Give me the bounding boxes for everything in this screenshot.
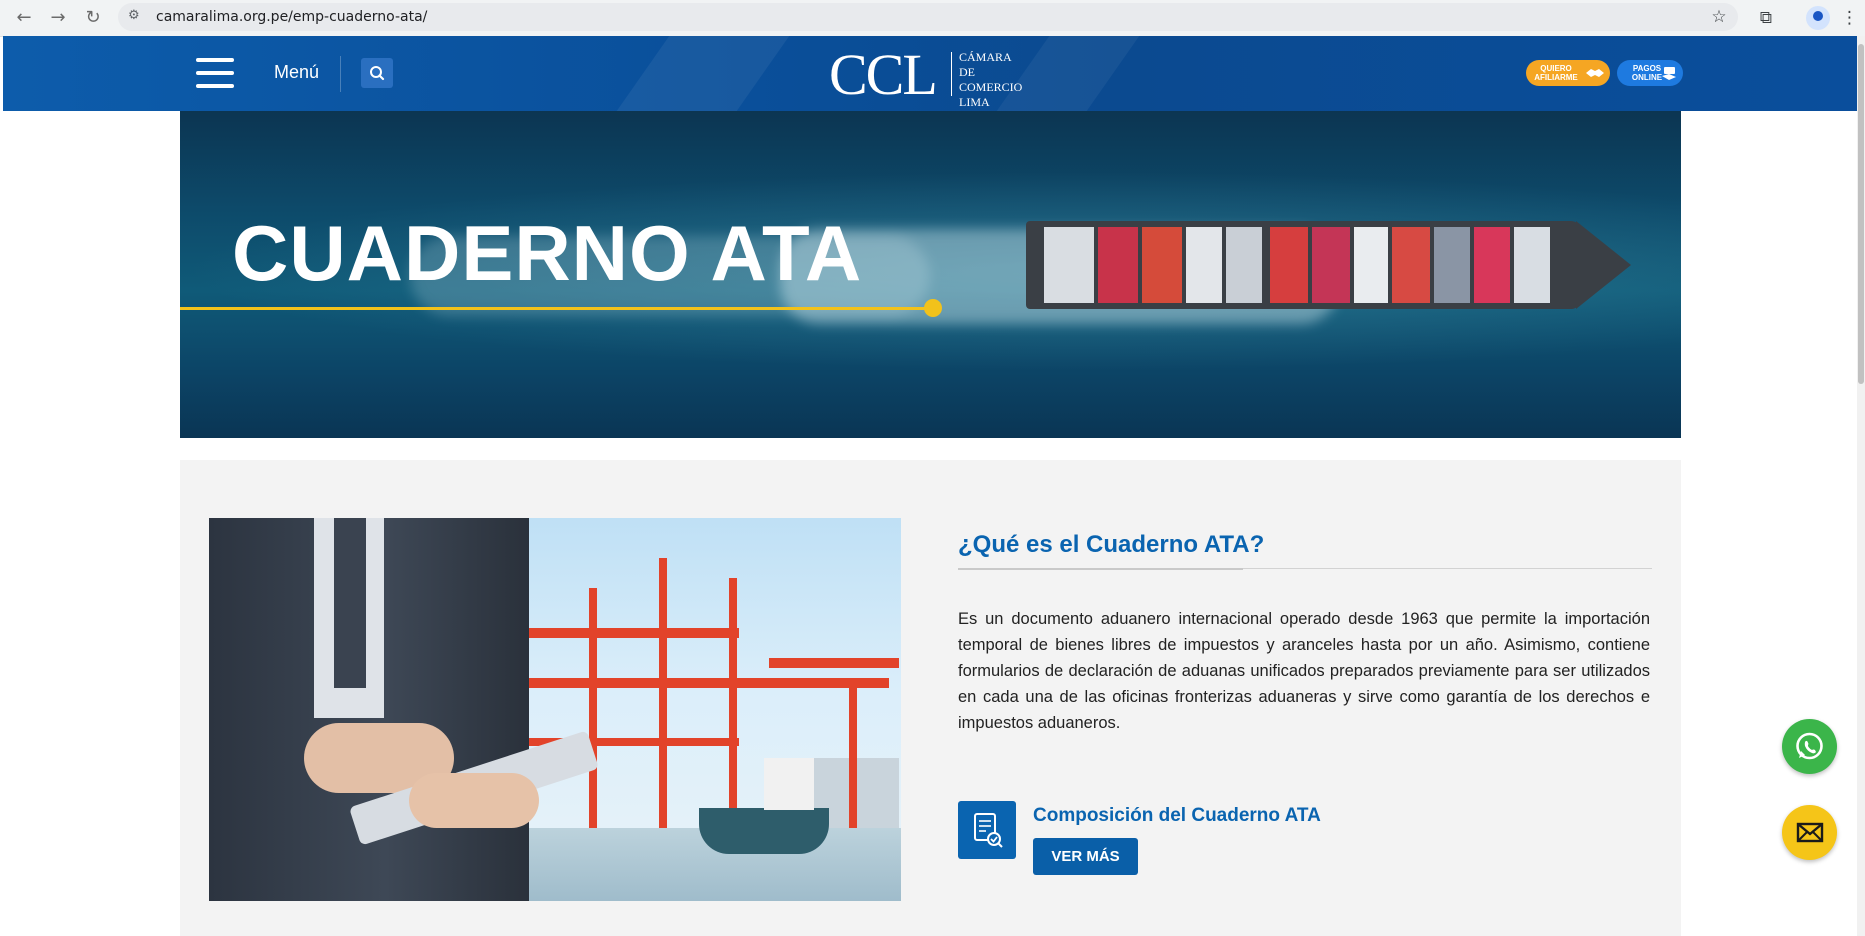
description-paragraph: Es un documento aduanero internacional o…	[958, 610, 1650, 732]
payment-hand-icon	[1662, 67, 1676, 80]
pagos-online-button[interactable]: PAGOS ONLINE	[1617, 60, 1683, 86]
site-settings-icon[interactable]: ⚙	[128, 8, 140, 23]
composition-title[interactable]: Composición del Cuaderno ATA	[1033, 805, 1321, 827]
profile-avatar[interactable]	[1806, 6, 1830, 30]
hero-banner: CUADERNO ATA	[180, 111, 1681, 438]
forward-icon[interactable]: →	[46, 6, 70, 30]
section-heading: ¿Qué es el Cuaderno ATA?	[958, 531, 1265, 558]
browser-menu-icon[interactable]: ⋮	[1841, 6, 1858, 30]
hamburger-menu-icon[interactable]	[196, 58, 234, 88]
ver-mas-button[interactable]: VER MÁS	[1033, 838, 1138, 875]
site-header: Menú CCL CÁMARA DE COMERCIO LIMA QUIERO …	[3, 36, 1859, 111]
heading-underline-accent	[958, 568, 1243, 570]
handshake-icon	[1586, 69, 1604, 77]
menu-label[interactable]: Menú	[274, 62, 319, 83]
logo-text: CÁMARA DE COMERCIO LIMA	[959, 50, 1023, 109]
whatsapp-button[interactable]	[1782, 719, 1837, 774]
whatsapp-icon	[1796, 732, 1823, 760]
email-button[interactable]	[1782, 805, 1837, 860]
bookmark-star-icon[interactable]: ☆	[1707, 5, 1731, 29]
browser-toolbar: ← → ↻ ⚙ camaralima.org.pe/emp-cuaderno-a…	[0, 0, 1865, 37]
scrollbar-thumb[interactable]	[1858, 44, 1864, 384]
address-bar[interactable]: ⚙ camaralima.org.pe/emp-cuaderno-ata/ ☆	[118, 3, 1738, 31]
header-divider	[340, 56, 341, 92]
back-icon[interactable]: ←	[12, 6, 36, 30]
url-text[interactable]: camaralima.org.pe/emp-cuaderno-ata/	[156, 9, 427, 25]
hero-accent-line	[180, 307, 932, 310]
search-icon	[370, 66, 385, 81]
logo-divider	[951, 52, 952, 96]
search-button[interactable]	[361, 58, 393, 88]
extensions-icon[interactable]: ⧉	[1754, 6, 1778, 30]
quiero-afiliarme-button[interactable]: QUIERO AFILIARME	[1526, 60, 1610, 86]
container-ship-image	[1026, 221, 1631, 309]
info-section: ¿Qué es el Cuaderno ATA? Es un documento…	[180, 460, 1681, 936]
hero-accent-dot	[924, 299, 942, 317]
header-decoration	[616, 36, 790, 111]
logo-mark: CCL	[829, 42, 938, 107]
envelope-icon	[1796, 822, 1824, 843]
page-scrollbar[interactable]	[1857, 36, 1865, 936]
reload-icon[interactable]: ↻	[81, 6, 105, 30]
businessman-port-photo	[209, 518, 901, 901]
hero-title: CUADERNO ATA	[232, 209, 863, 297]
document-check-icon	[958, 801, 1016, 859]
